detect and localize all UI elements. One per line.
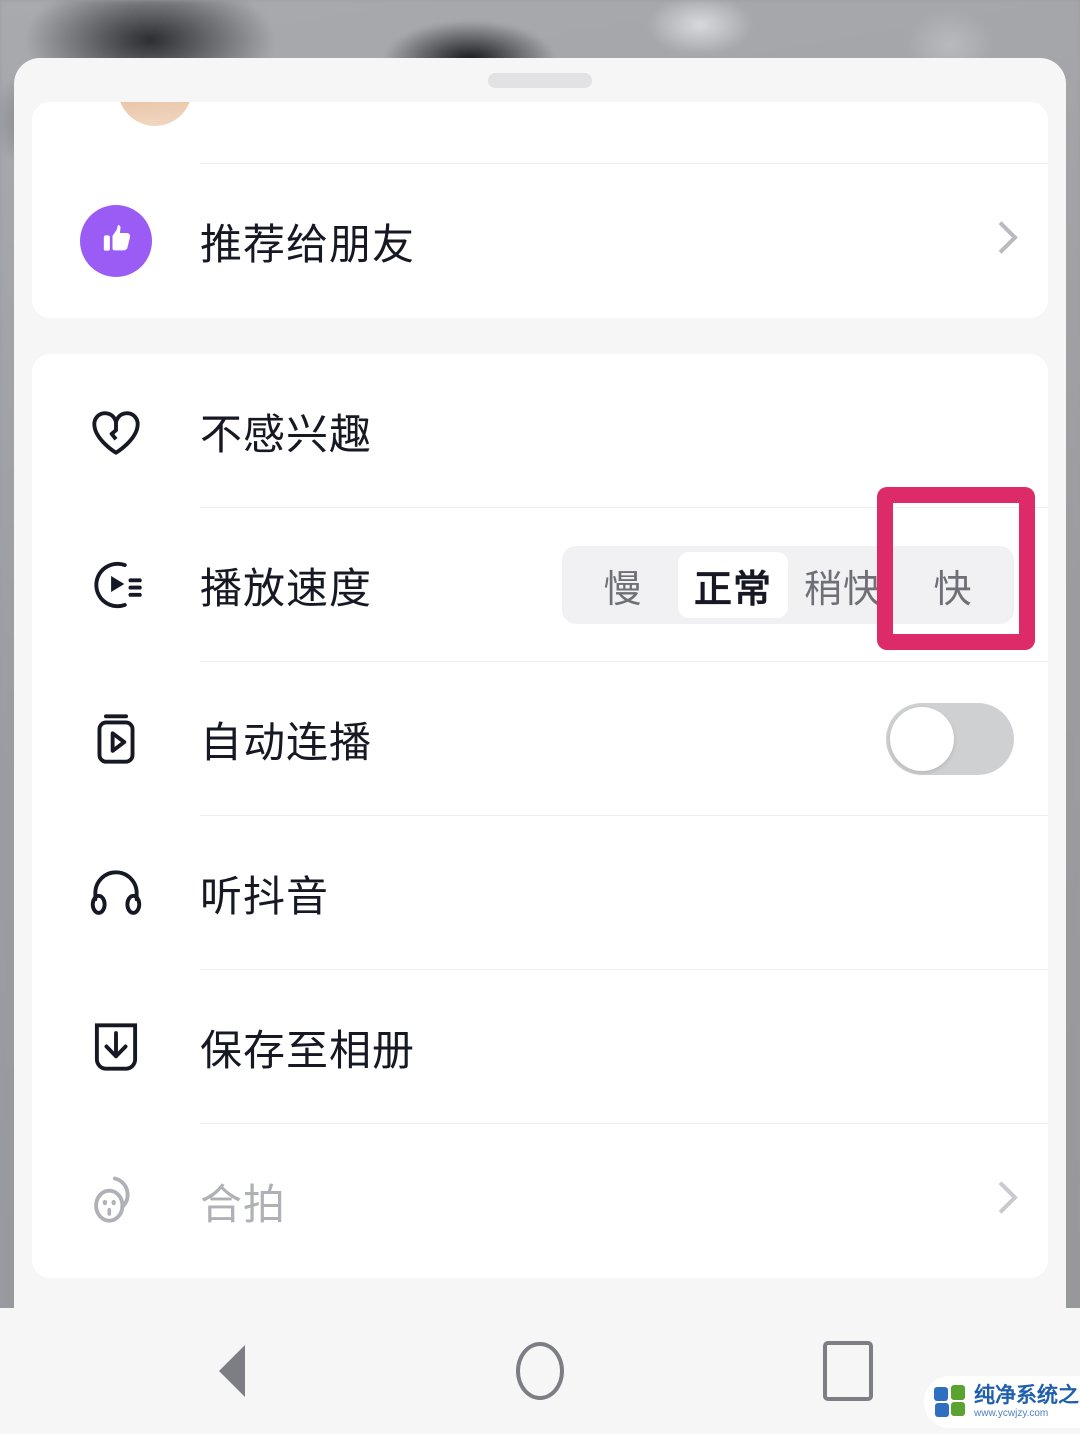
- row-recommend-to-friends[interactable]: 推荐给朋友: [32, 164, 1048, 318]
- row-icon-slot: [32, 554, 200, 616]
- headphones-icon: [90, 870, 142, 915]
- broken-heart-icon: [92, 411, 140, 455]
- play-speed-icon: [94, 561, 142, 609]
- row-label: 合拍: [200, 1180, 287, 1228]
- row-save-to-album[interactable]: 保存至相册: [32, 970, 1048, 1124]
- nav-back-button[interactable]: [156, 1308, 308, 1434]
- avatar[interactable]: [118, 102, 192, 126]
- row-listen-douyin[interactable]: 听抖音: [32, 816, 1048, 970]
- auto-play-toggle[interactable]: [886, 703, 1014, 775]
- share-bottom-sheet: 推荐给朋友 不感兴趣 播放速度 慢 正常 稍快 快 自动连播 听抖音 保存至相册…: [14, 58, 1066, 1308]
- watermark-title: 纯净系统之家: [974, 1384, 1080, 1407]
- avatar-strip: [32, 102, 1048, 164]
- card-options: 不感兴趣 播放速度 慢 正常 稍快 快 自动连播 听抖音 保存至相册 合拍: [32, 354, 1048, 1278]
- row-icon-slot: [32, 1170, 200, 1232]
- row-auto-play-next[interactable]: 自动连播: [32, 662, 1048, 816]
- row-label: 保存至相册: [200, 1026, 416, 1074]
- row-playback-speed[interactable]: 播放速度 慢 正常 稍快 快: [32, 508, 1048, 662]
- speed-option-slow[interactable]: 慢: [568, 552, 678, 618]
- home-circle-icon: [516, 1342, 564, 1400]
- auto-play-icon: [97, 714, 135, 764]
- row-duet[interactable]: 合拍: [32, 1124, 1048, 1278]
- drag-handle[interactable]: [488, 72, 592, 88]
- row-icon-slot: [32, 205, 200, 277]
- toggle-knob: [890, 707, 954, 771]
- speed-option-normal[interactable]: 正常: [677, 552, 788, 618]
- chevron-right-icon[interactable]: [988, 1178, 1014, 1224]
- row-label: 听抖音: [200, 872, 330, 920]
- watermark-url: www.ycwjzy.com: [974, 1408, 1049, 1419]
- site-watermark: 纯净系统之家 www.ycwjzy.com: [924, 1376, 1080, 1428]
- card-share: 推荐给朋友: [32, 102, 1048, 318]
- drag-handle-area[interactable]: [14, 58, 1066, 102]
- sheet-body: 推荐给朋友 不感兴趣 播放速度 慢 正常 稍快 快 自动连播 听抖音 保存至相册…: [14, 102, 1066, 1278]
- chevron-right-icon[interactable]: [988, 218, 1014, 264]
- row-not-interested[interactable]: 不感兴趣: [32, 354, 1048, 508]
- android-navigation-bar: [0, 1308, 1080, 1434]
- nav-home-button[interactable]: [464, 1308, 616, 1434]
- recents-square-icon: [823, 1341, 873, 1401]
- row-label: 推荐给朋友: [200, 220, 416, 268]
- nav-recents-button[interactable]: [772, 1308, 924, 1434]
- row-icon-slot: [32, 862, 200, 924]
- download-icon: [94, 1023, 138, 1071]
- playback-speed-segmented-control[interactable]: 慢 正常 稍快 快: [561, 546, 1014, 624]
- row-label: 播放速度: [200, 564, 373, 612]
- row-label: 自动连播: [200, 718, 373, 766]
- thumbs-up-icon: [80, 205, 152, 277]
- phone-screen: 推荐给朋友 不感兴趣 播放速度 慢 正常 稍快 快 自动连播 听抖音 保存至相册…: [0, 0, 1080, 1434]
- back-triangle-icon: [219, 1345, 245, 1397]
- row-label: 不感兴趣: [200, 410, 373, 458]
- row-icon-slot: [32, 400, 200, 462]
- windows-squares-logo-icon: [934, 1385, 968, 1419]
- speed-option-slightly-fast[interactable]: 稍快: [788, 552, 898, 618]
- row-icon-slot: [32, 1016, 200, 1078]
- watermark-text: 纯净系统之家 www.ycwjzy.com: [974, 1385, 1080, 1419]
- row-icon-slot: [32, 708, 200, 770]
- speed-option-fast[interactable]: 快: [898, 552, 1008, 618]
- duet-face-icon: [94, 1176, 130, 1223]
